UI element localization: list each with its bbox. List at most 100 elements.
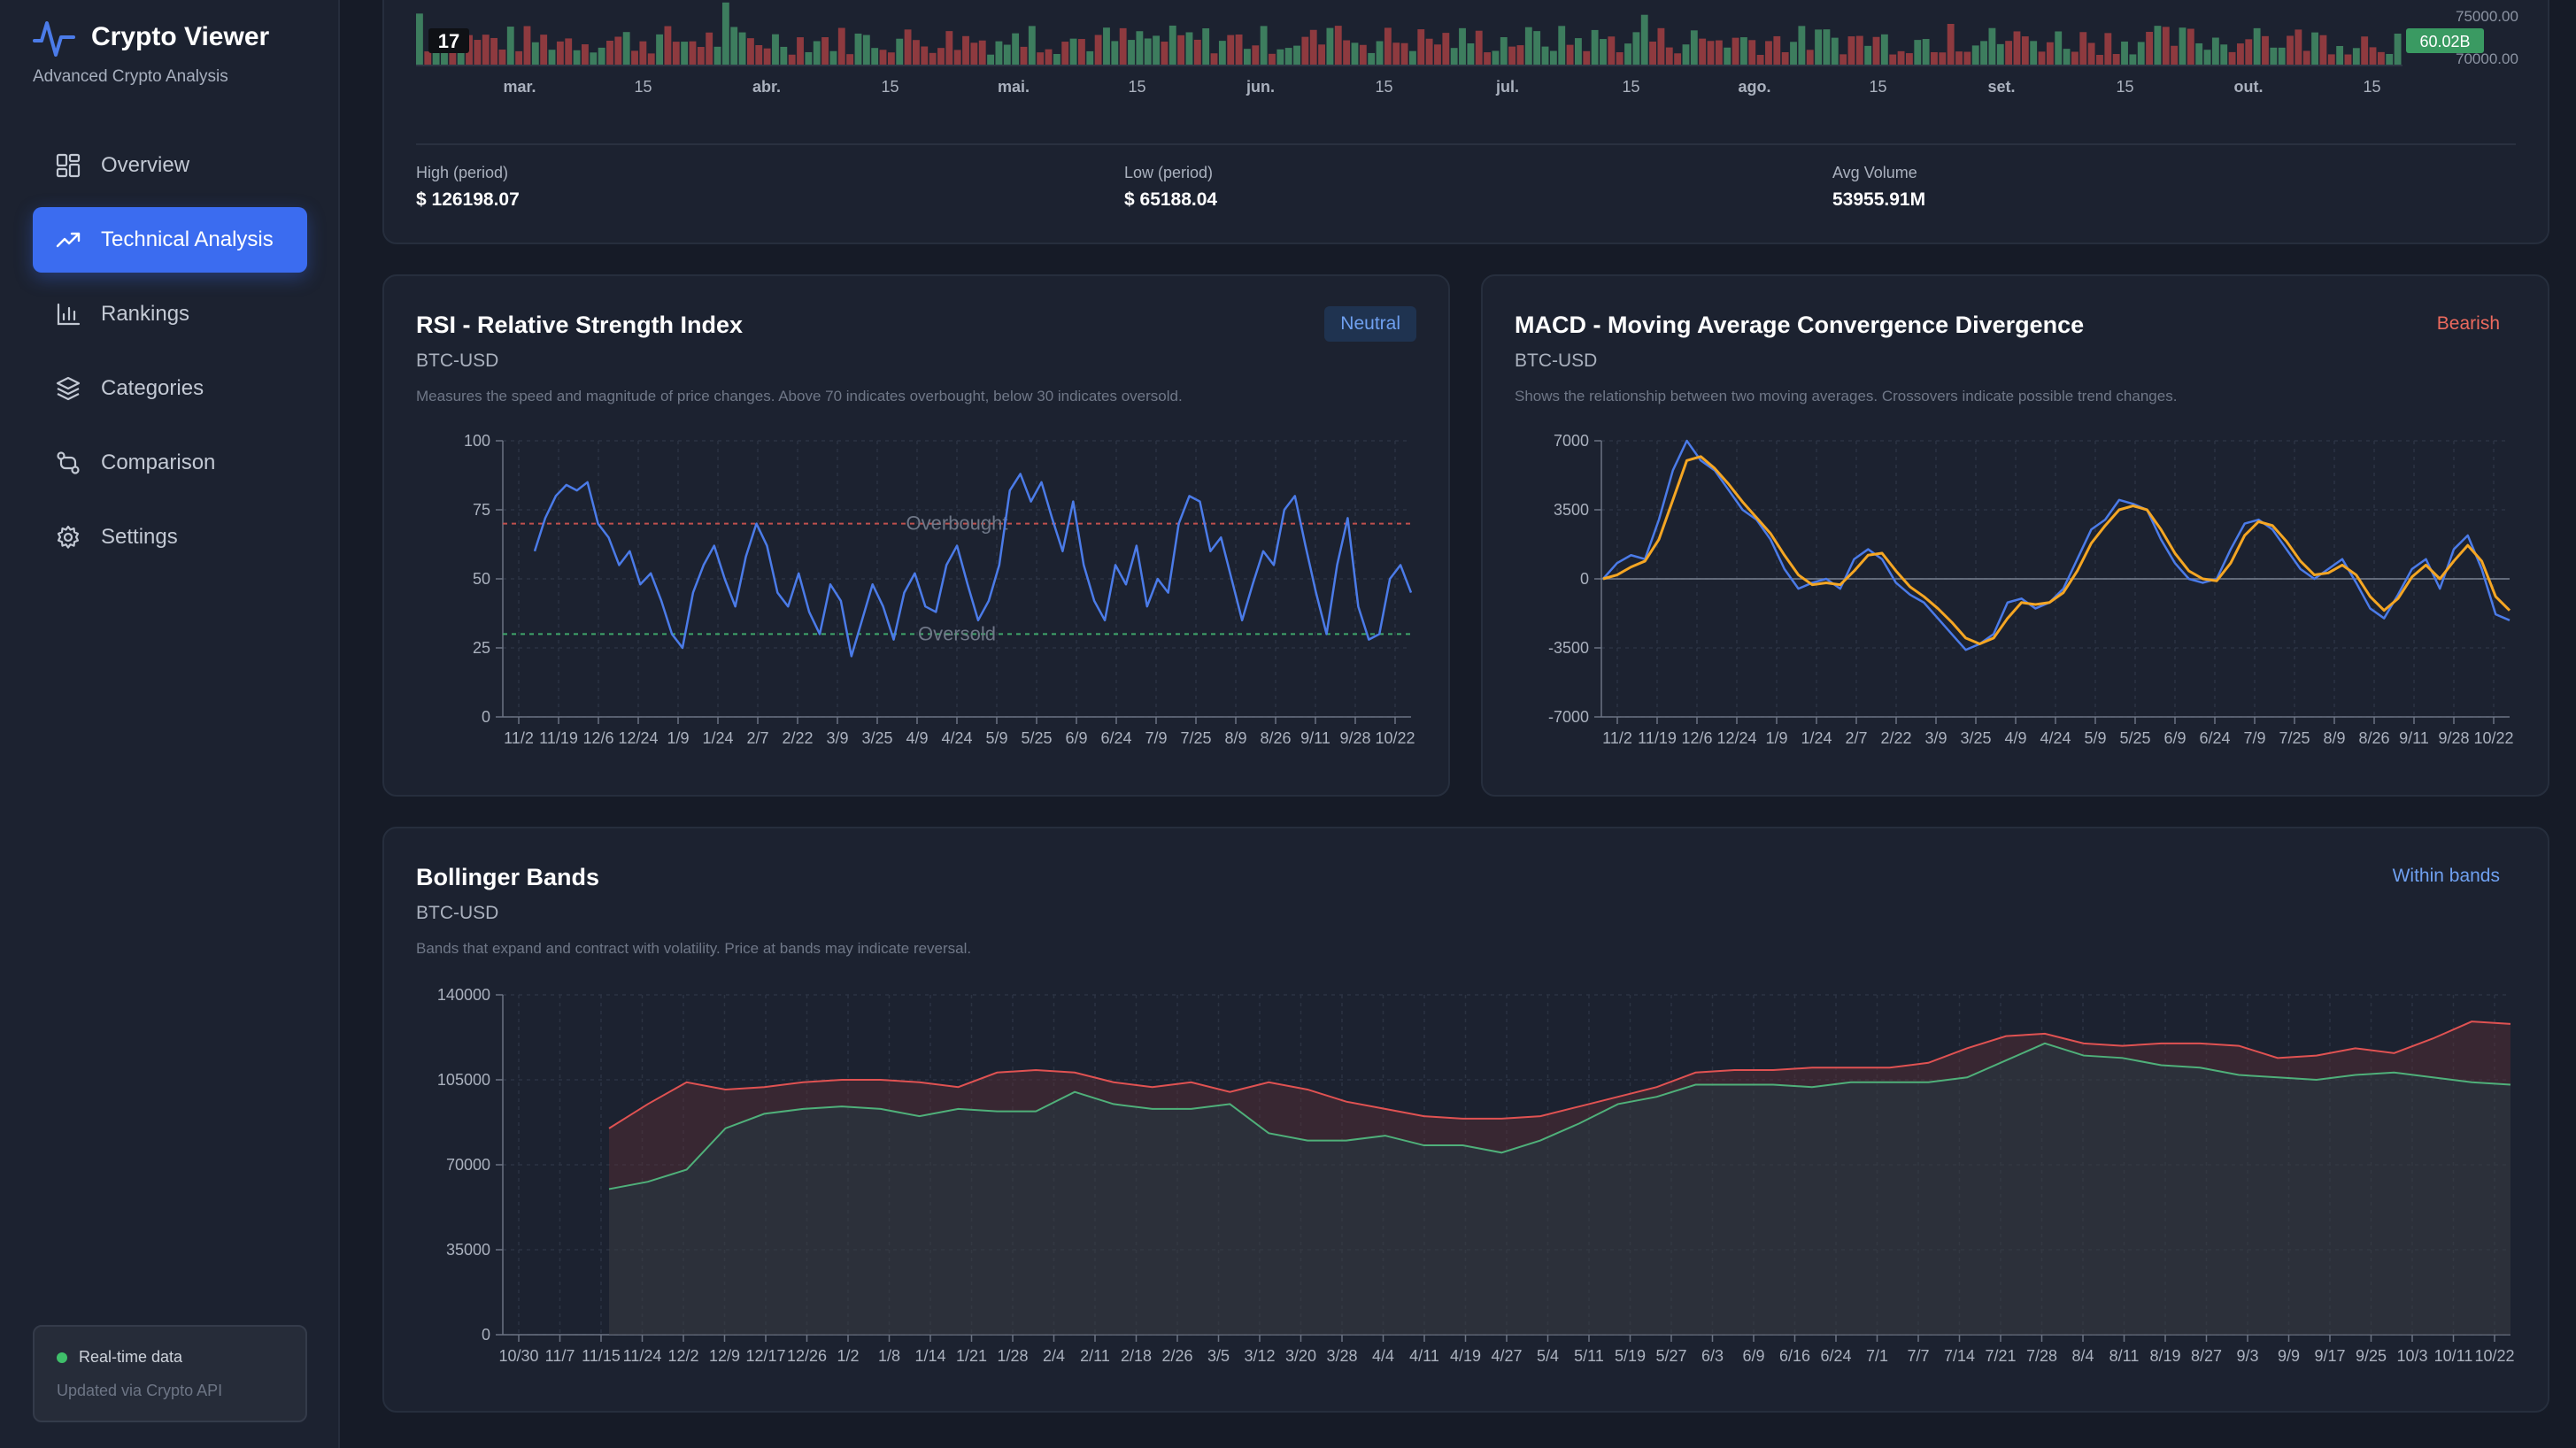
volume-bar [987, 54, 994, 65]
x-tick-label: 10/22 [1375, 729, 1415, 747]
volume-bar [1269, 53, 1276, 65]
volume-bar [1690, 30, 1698, 65]
sidebar-item-comparison[interactable]: Comparison [33, 430, 307, 496]
x-tick-label: 9/28 [2438, 729, 2469, 747]
sidebar-item-categories[interactable]: Categories [33, 356, 307, 421]
volume-bar [1301, 36, 1309, 65]
volume-bar [1657, 27, 1665, 65]
x-tick-label: 6/9 [2163, 729, 2186, 747]
volume-bar [2055, 31, 2063, 65]
x-tick-label: 6/24 [1100, 729, 1131, 747]
volume-bar [995, 41, 1003, 65]
x-tick-label: 5/9 [985, 729, 1007, 747]
month-label: mai. [998, 78, 1030, 96]
volume-bar [2344, 54, 2352, 65]
volume-bar [1748, 40, 1756, 65]
volume-bar [1906, 53, 1913, 65]
volume-bar [1939, 52, 1947, 65]
macd-card: MACD - Moving Average Convergence Diverg… [1481, 274, 2549, 797]
volume-bar [1682, 44, 1690, 65]
x-tick-label: 4/27 [1491, 1347, 1522, 1365]
volume-bar [598, 47, 605, 65]
x-tick-label: 4/9 [906, 729, 928, 747]
volume-bar [556, 41, 564, 65]
volume-bar [2195, 42, 2203, 65]
volume-bar [1831, 37, 1839, 65]
volume-bar [614, 36, 622, 65]
x-tick-label: 5/4 [1537, 1347, 1559, 1365]
volume-bar [2063, 49, 2071, 65]
volume-bar [2327, 54, 2335, 65]
x-tick-label: 2/22 [1880, 729, 1911, 747]
volume-bar [1699, 38, 1707, 65]
volume-bar [1980, 41, 1987, 65]
volume-bar [1591, 29, 1599, 65]
volume-bar [1334, 26, 1342, 66]
month-label: ago. [1738, 78, 1770, 96]
x-tick-label: 1/24 [702, 729, 733, 747]
volume-bar [1549, 50, 1557, 65]
volume-bar [747, 38, 754, 65]
volume-bar [2013, 31, 2021, 65]
volume-bar [1624, 43, 1631, 65]
volume-bar [2262, 35, 2269, 65]
price-tick: 75000.00 [2456, 8, 2518, 25]
volume-bar [1309, 29, 1317, 65]
x-tick-label: 6/24 [2199, 729, 2230, 747]
volume-bar [582, 44, 589, 65]
month-label: 15 [634, 78, 652, 96]
volume-bar [1168, 25, 1176, 65]
volume-bar [1649, 41, 1656, 65]
x-tick-label: 12/24 [618, 729, 658, 747]
volume-bar [1144, 38, 1152, 65]
x-tick-label: 4/11 [1409, 1347, 1439, 1365]
y-tick-label: 50 [473, 570, 490, 588]
volume-bar [1459, 27, 1466, 65]
x-tick-label: 12/6 [1681, 729, 1712, 747]
trending-up-icon [56, 232, 81, 248]
volume-bar [498, 50, 506, 65]
volume-bar [1094, 35, 1102, 65]
volume-bar [531, 42, 539, 65]
stat-value: $ 65188.04 [1124, 189, 1218, 210]
brand[interactable]: Crypto Viewer [33, 16, 269, 58]
y-tick-label: 7000 [1554, 432, 1589, 450]
volume-bar [2237, 43, 2244, 65]
volume-bar [1855, 35, 1863, 65]
month-label: 15 [1128, 78, 1145, 96]
volume-bar [2030, 41, 2038, 65]
volume-bar [1185, 32, 1193, 65]
x-tick-label: 3/20 [1285, 1347, 1316, 1365]
sidebar-item-overview[interactable]: Overview [33, 133, 307, 198]
x-tick-label: 7/1 [1866, 1347, 1888, 1365]
x-tick-label: 12/2 [667, 1347, 698, 1365]
x-tick-label: 6/24 [1820, 1347, 1851, 1365]
sidebar-item-label: Settings [101, 525, 178, 549]
sidebar-item-technical-analysis[interactable]: Technical Analysis [33, 207, 307, 273]
volume-bar [1798, 26, 1806, 66]
volume-bar [1583, 50, 1591, 65]
stat-label: High (period) [416, 164, 509, 181]
volume-bar [837, 27, 845, 66]
volume-bar [2377, 51, 2385, 65]
x-tick-label: 4/24 [941, 729, 972, 747]
volume-bar [1417, 29, 1425, 65]
volume-bar [2287, 35, 2294, 65]
volume-bar [821, 37, 829, 65]
sidebar-item-rankings[interactable]: Rankings [33, 281, 307, 347]
x-tick-label: 8/9 [1224, 729, 1246, 747]
volume-bar [1384, 27, 1392, 65]
x-tick-label: 10/11 [2434, 1347, 2473, 1365]
volume-bar [945, 31, 953, 65]
volume-bar [1244, 49, 1251, 65]
volume-bar [887, 52, 895, 65]
volume-bar [2146, 31, 2153, 65]
volume-bar [1252, 45, 1260, 65]
x-tick-label: 9/28 [1339, 729, 1370, 747]
x-tick-label: 7/21 [1985, 1347, 2016, 1365]
volume-bar [1003, 44, 1011, 65]
volume-bar [631, 50, 638, 65]
volume-bar [565, 38, 573, 65]
x-tick-label: 7/9 [2243, 729, 2265, 747]
sidebar-item-settings[interactable]: Settings [33, 504, 307, 570]
